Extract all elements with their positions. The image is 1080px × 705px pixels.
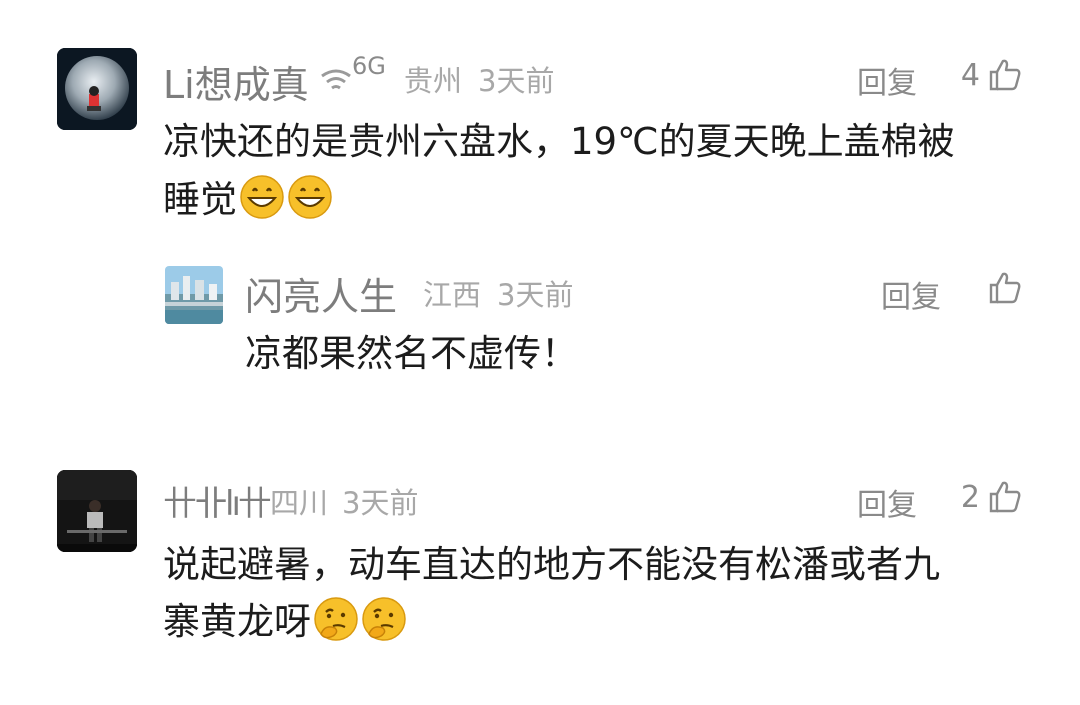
thinking-face-emoji [313,596,359,659]
signal-label: 6G [352,52,386,80]
reply-button[interactable]: 回复 [857,58,917,102]
username[interactable]: 卄卝lı卄 [163,476,272,525]
reply-text: 凉都果然名不虚传！ [245,332,578,375]
like-count: 2 [960,480,980,515]
reply-button[interactable]: 回复 [857,480,917,524]
thinking-face-emoji [361,596,407,659]
timestamp: 3天前 [497,278,574,312]
thumbs-up-icon[interactable] [987,270,1023,306]
region-label: 四川 [270,486,329,520]
avatar[interactable] [57,48,137,130]
timestamp: 3天前 [342,486,419,520]
comment-text-cont: 寨黄龙呀 [163,600,311,643]
reply-button[interactable]: 回复 [881,272,941,316]
comment-text: 凉快还的是贵州六盘水，19℃的夏天晚上盖棉被 [163,120,955,163]
comment-text-cont: 睡觉 [163,178,237,221]
comment-text: 说起避暑，动车直达的地方不能没有松潘或者九 [163,543,940,586]
region-label: 江西 [423,278,482,312]
thumbs-up-icon[interactable] [987,57,1023,93]
username[interactable]: Li想成真 [163,54,309,109]
avatar[interactable] [165,266,223,324]
comment-text-line2: 寨黄龙呀 [163,593,407,659]
username[interactable]: 闪亮人生 [245,266,397,321]
timestamp: 3天前 [478,64,555,98]
thumbs-up-icon[interactable] [987,479,1023,515]
comment-text-line2: 睡觉 [163,171,333,237]
like-count: 4 [960,58,980,93]
grinning-face-emoji [287,174,333,237]
avatar[interactable] [57,470,137,552]
grinning-face-emoji [239,174,285,237]
region-label: 贵州 [404,64,463,98]
